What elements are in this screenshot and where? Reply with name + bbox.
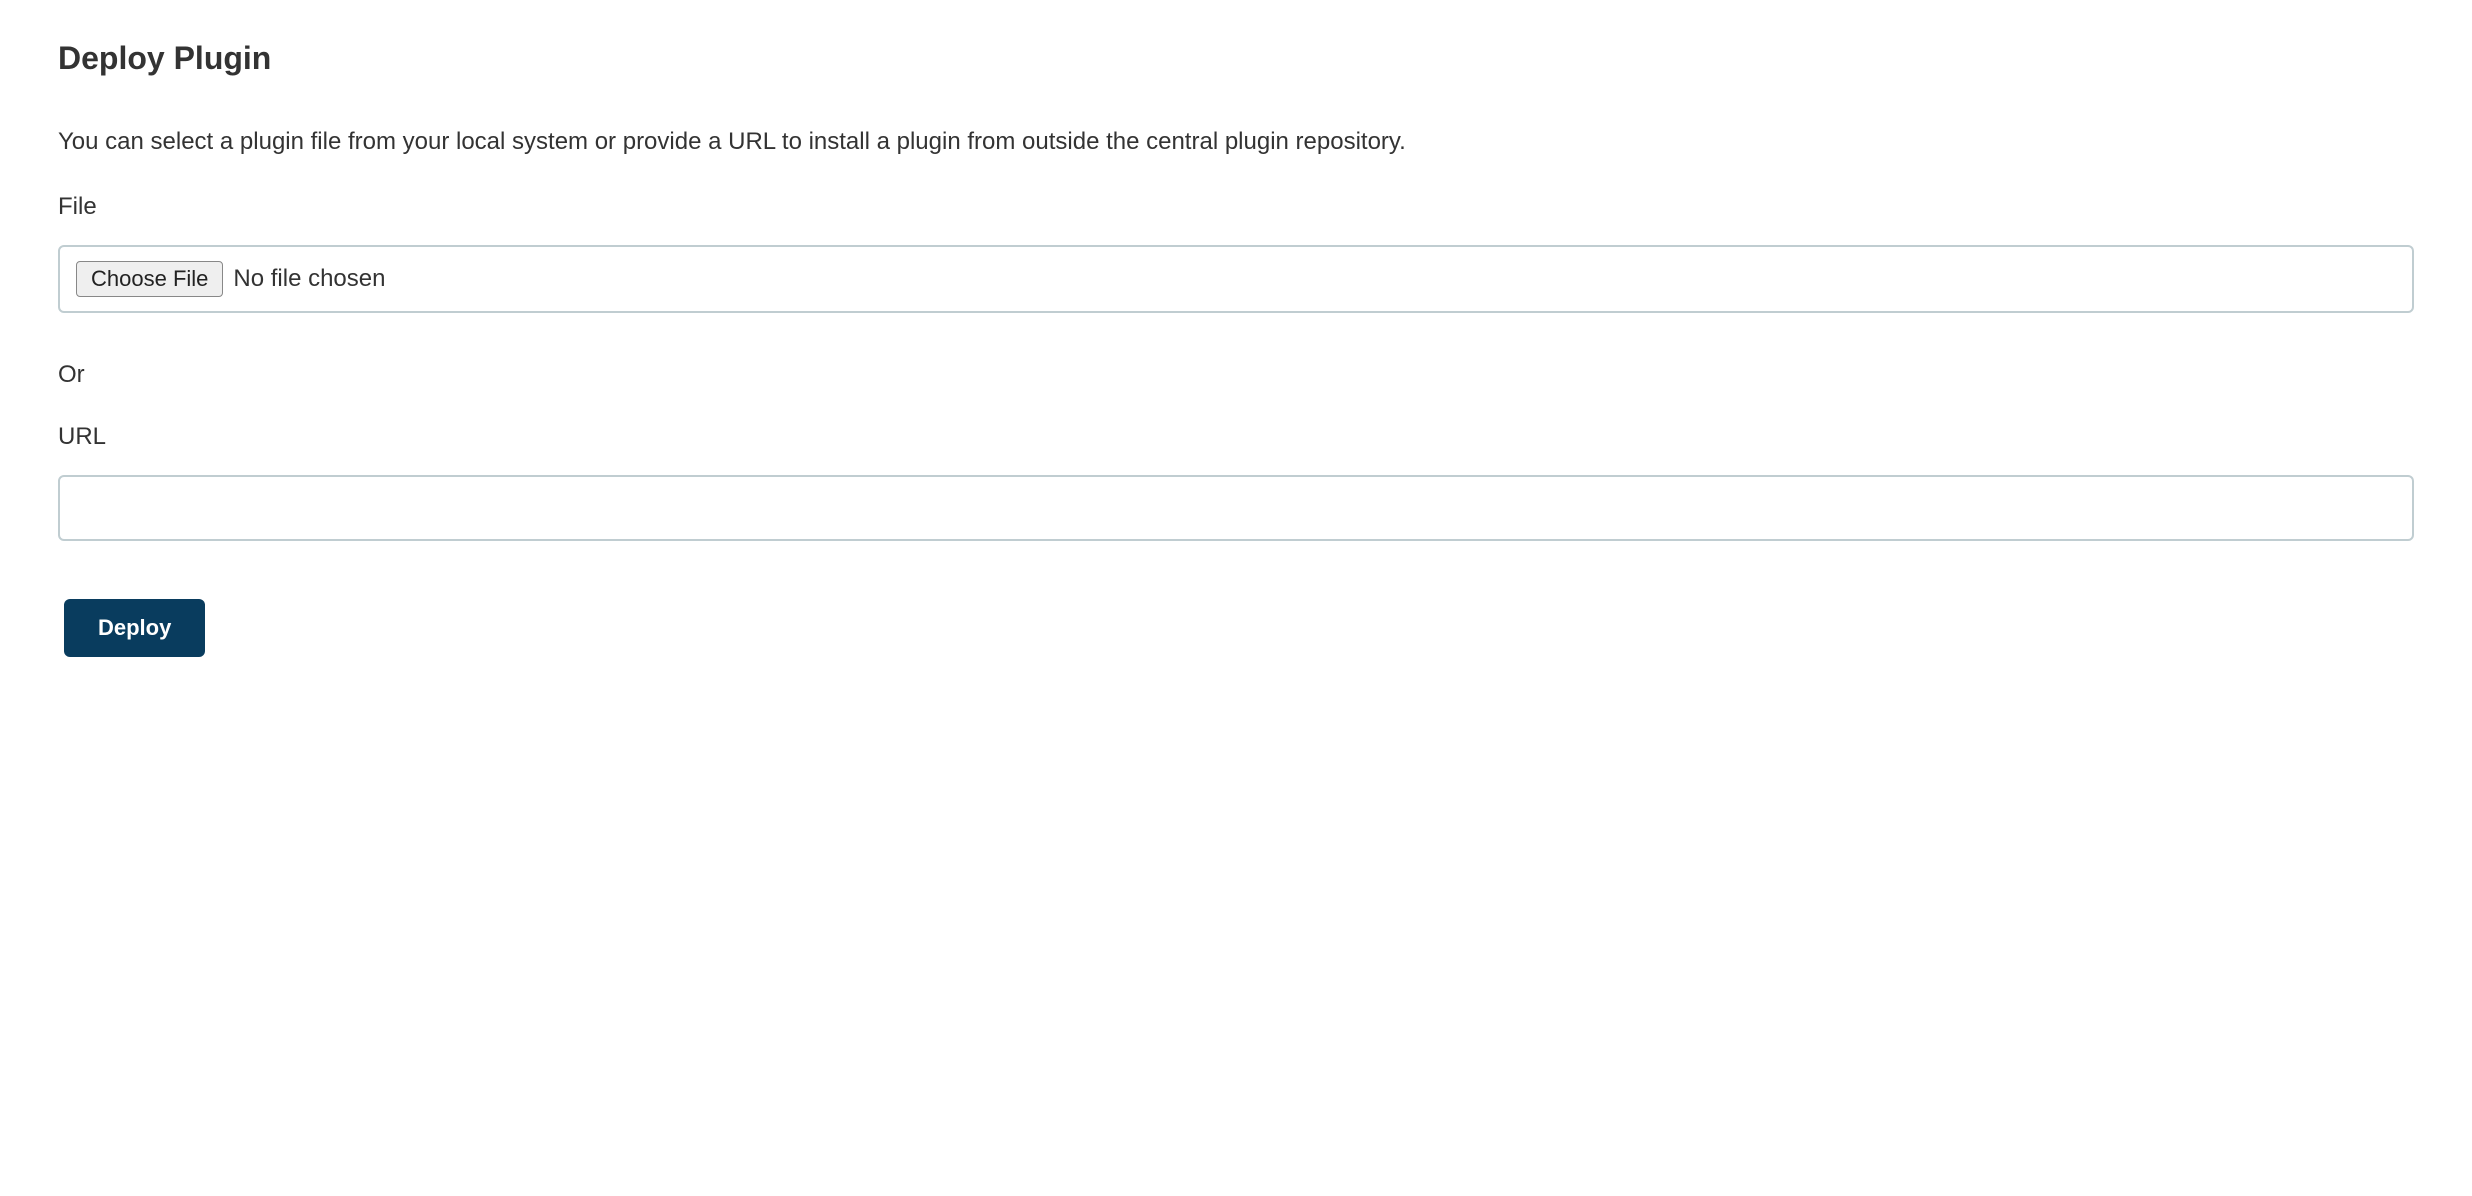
- url-input[interactable]: [58, 475, 2414, 541]
- file-status-text: No file chosen: [233, 265, 385, 293]
- page-title: Deploy Plugin: [58, 40, 2414, 77]
- or-label: Or: [58, 361, 2414, 389]
- file-input[interactable]: Choose File No file chosen: [58, 245, 2414, 313]
- file-label: File: [58, 193, 2414, 221]
- page-description: You can select a plugin file from your l…: [58, 125, 2414, 159]
- url-label: URL: [58, 423, 2414, 451]
- deploy-button[interactable]: Deploy: [64, 599, 205, 657]
- choose-file-button[interactable]: Choose File: [76, 261, 223, 297]
